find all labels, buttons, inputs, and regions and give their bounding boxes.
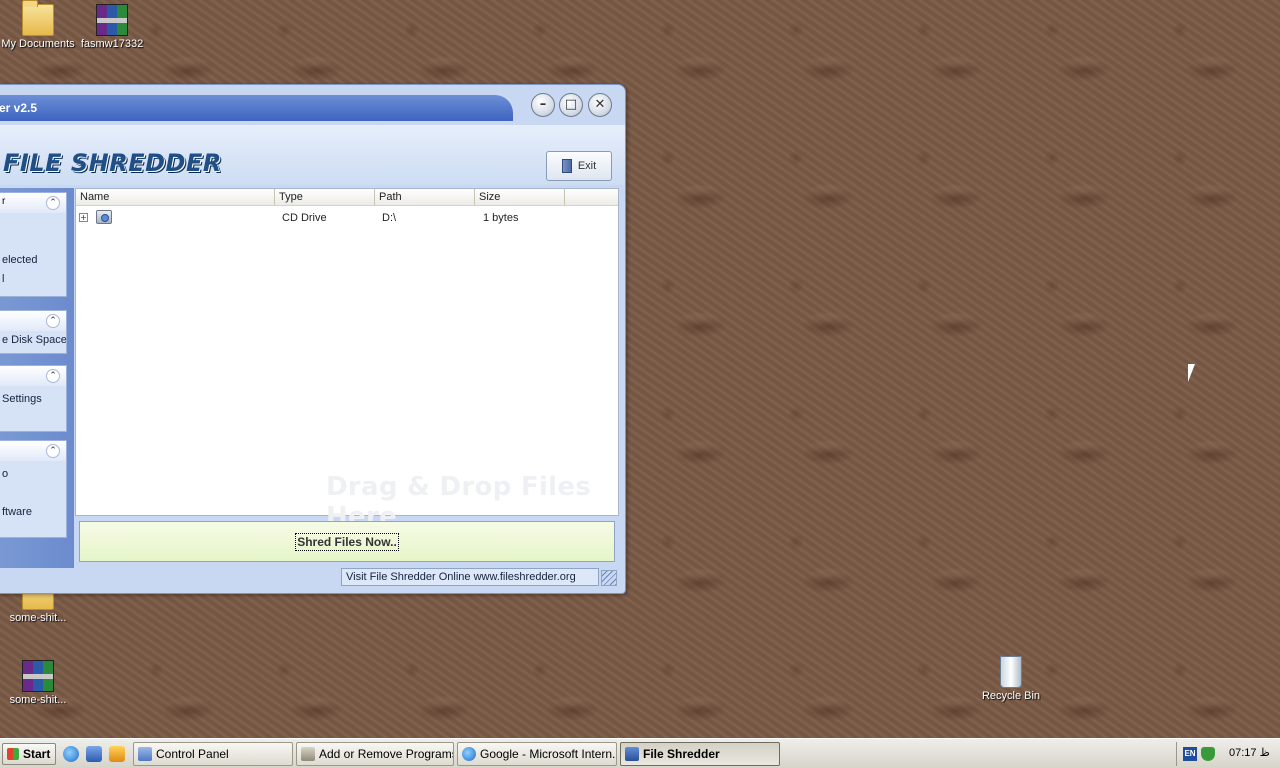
desktop-icon-my-documents[interactable]: My Documents [0, 0, 76, 50]
taskbar-item-internet-explorer[interactable]: Google - Microsoft Intern... [457, 742, 617, 766]
taskbar-item-label: Add or Remove Programs [319, 747, 454, 761]
task-item[interactable] [0, 213, 66, 232]
column-header-filler [565, 189, 618, 206]
task-group-4: ⌃ o ftware [0, 440, 67, 538]
language-indicator[interactable]: EN [1183, 747, 1197, 761]
minimize-button[interactable]: – [531, 93, 555, 117]
status-bar: Visit File Shredder Online www.fileshred… [0, 568, 625, 588]
taskbar-item-label: Control Panel [156, 747, 229, 761]
shred-files-button[interactable]: Shred Files Now.. [295, 533, 399, 551]
resize-grip-icon[interactable] [601, 570, 617, 586]
task-group-1: r ⌃ elected l [0, 192, 67, 297]
task-group-header[interactable]: ⌃ [0, 366, 66, 386]
taskbar: Start Control Panel Add or Remove Progra… [0, 738, 1280, 768]
recycle-bin-icon [1000, 656, 1022, 688]
collapse-chevron-icon[interactable]: ⌃ [46, 444, 60, 458]
desktop-icon-some-archive[interactable]: some-shit... [0, 660, 76, 706]
column-header-path[interactable]: Path [375, 189, 475, 206]
column-header-name[interactable]: Name [76, 189, 275, 206]
windows-logo-icon [7, 748, 19, 760]
task-item[interactable]: Settings [0, 390, 66, 409]
internet-explorer-icon [462, 747, 476, 761]
task-group-header[interactable]: ⌃ [0, 441, 66, 461]
task-item[interactable] [0, 232, 66, 251]
taskbar-item-control-panel[interactable]: Control Panel [133, 742, 293, 766]
task-group-title: r [2, 196, 6, 207]
task-group-2: ⌃ e Disk Space [0, 310, 67, 354]
cell-size: 1 bytes [483, 212, 519, 224]
desktop-icon-label: Recycle Bin [981, 690, 1041, 702]
desktop-icon-fasmw17332[interactable]: fasmw17332 [74, 4, 150, 50]
website-link[interactable]: Visit File Shredder Online www.fileshred… [341, 568, 599, 586]
file-shredder-window: er v2.5 – □ ✕ FILE SHREDDER Exit r ⌃ ele… [0, 84, 626, 594]
taskbar-item-add-remove-programs[interactable]: Add or Remove Programs [296, 742, 454, 766]
taskbar-item-file-shredder[interactable]: File Shredder [620, 742, 780, 766]
cell-type: CD Drive [282, 212, 327, 224]
exit-button[interactable]: Exit [546, 151, 612, 181]
shred-bar: Shred Files Now.. [79, 521, 615, 562]
system-tray: EN 07:17 ظ [1176, 742, 1280, 766]
taskbar-item-label: Google - Microsoft Intern... [480, 747, 617, 761]
desktop-icon-label: some-shit... [9, 612, 67, 624]
exit-label: Exit [577, 160, 597, 172]
task-item[interactable]: o [0, 465, 66, 484]
winrar-archive-icon [96, 4, 128, 36]
column-header-type[interactable]: Type [275, 189, 375, 206]
internet-explorer-icon[interactable] [63, 746, 79, 762]
exit-door-icon [561, 159, 572, 174]
task-item[interactable]: elected [0, 251, 66, 270]
maximize-button[interactable]: □ [559, 93, 583, 117]
cd-drive-icon [96, 210, 112, 224]
collapse-chevron-icon[interactable]: ⌃ [46, 369, 60, 383]
expand-plus-icon[interactable]: + [79, 213, 88, 222]
app-logo-text: FILE SHREDDER [3, 149, 222, 177]
desktop-icon-label: some-shit... [9, 694, 67, 706]
task-group-header[interactable]: r ⌃ [0, 193, 66, 213]
show-desktop-icon[interactable] [86, 746, 102, 762]
table-row[interactable]: + CD Drive D:\ 1 bytes [76, 209, 616, 227]
start-label: Start [23, 747, 51, 761]
clock[interactable]: 07:17 ظ [1229, 746, 1270, 759]
security-shield-icon[interactable] [1201, 747, 1215, 761]
taskbar-item-label: File Shredder [643, 747, 720, 761]
collapse-chevron-icon[interactable]: ⌃ [46, 196, 60, 210]
window-title: er v2.5 [0, 101, 38, 115]
file-list[interactable]: Name Type Path Size + CD Drive D:\ 1 byt… [75, 188, 619, 532]
winrar-archive-icon [22, 660, 54, 692]
task-item[interactable]: ftware [0, 503, 66, 522]
collapse-chevron-icon[interactable]: ⌃ [46, 314, 60, 328]
folder-icon [22, 0, 54, 36]
desktop-icon-recycle-bin[interactable]: Recycle Bin [973, 656, 1049, 702]
add-remove-programs-icon [301, 747, 315, 761]
task-group-3: ⌃ Settings [0, 365, 67, 432]
close-button[interactable]: ✕ [588, 93, 612, 117]
task-group-header[interactable]: ⌃ [0, 311, 66, 331]
media-player-icon[interactable] [109, 746, 125, 762]
mouse-pointer-icon [1188, 364, 1195, 382]
control-panel-icon [138, 747, 152, 761]
desktop-icon-label: My Documents [1, 38, 75, 50]
task-item[interactable] [0, 484, 66, 503]
column-header-size[interactable]: Size [475, 189, 565, 206]
desktop-icon-label: fasmw17332 [80, 38, 144, 50]
task-item[interactable]: e Disk Space [0, 331, 66, 350]
file-shredder-icon [625, 747, 639, 761]
task-panel: r ⌃ elected l ⌃ e Disk Space ⌃ Settings [0, 188, 74, 568]
window-titlebar[interactable]: er v2.5 [0, 95, 513, 121]
start-button[interactable]: Start [2, 743, 56, 765]
cell-path: D:\ [382, 212, 397, 224]
task-item[interactable]: l [0, 270, 66, 289]
